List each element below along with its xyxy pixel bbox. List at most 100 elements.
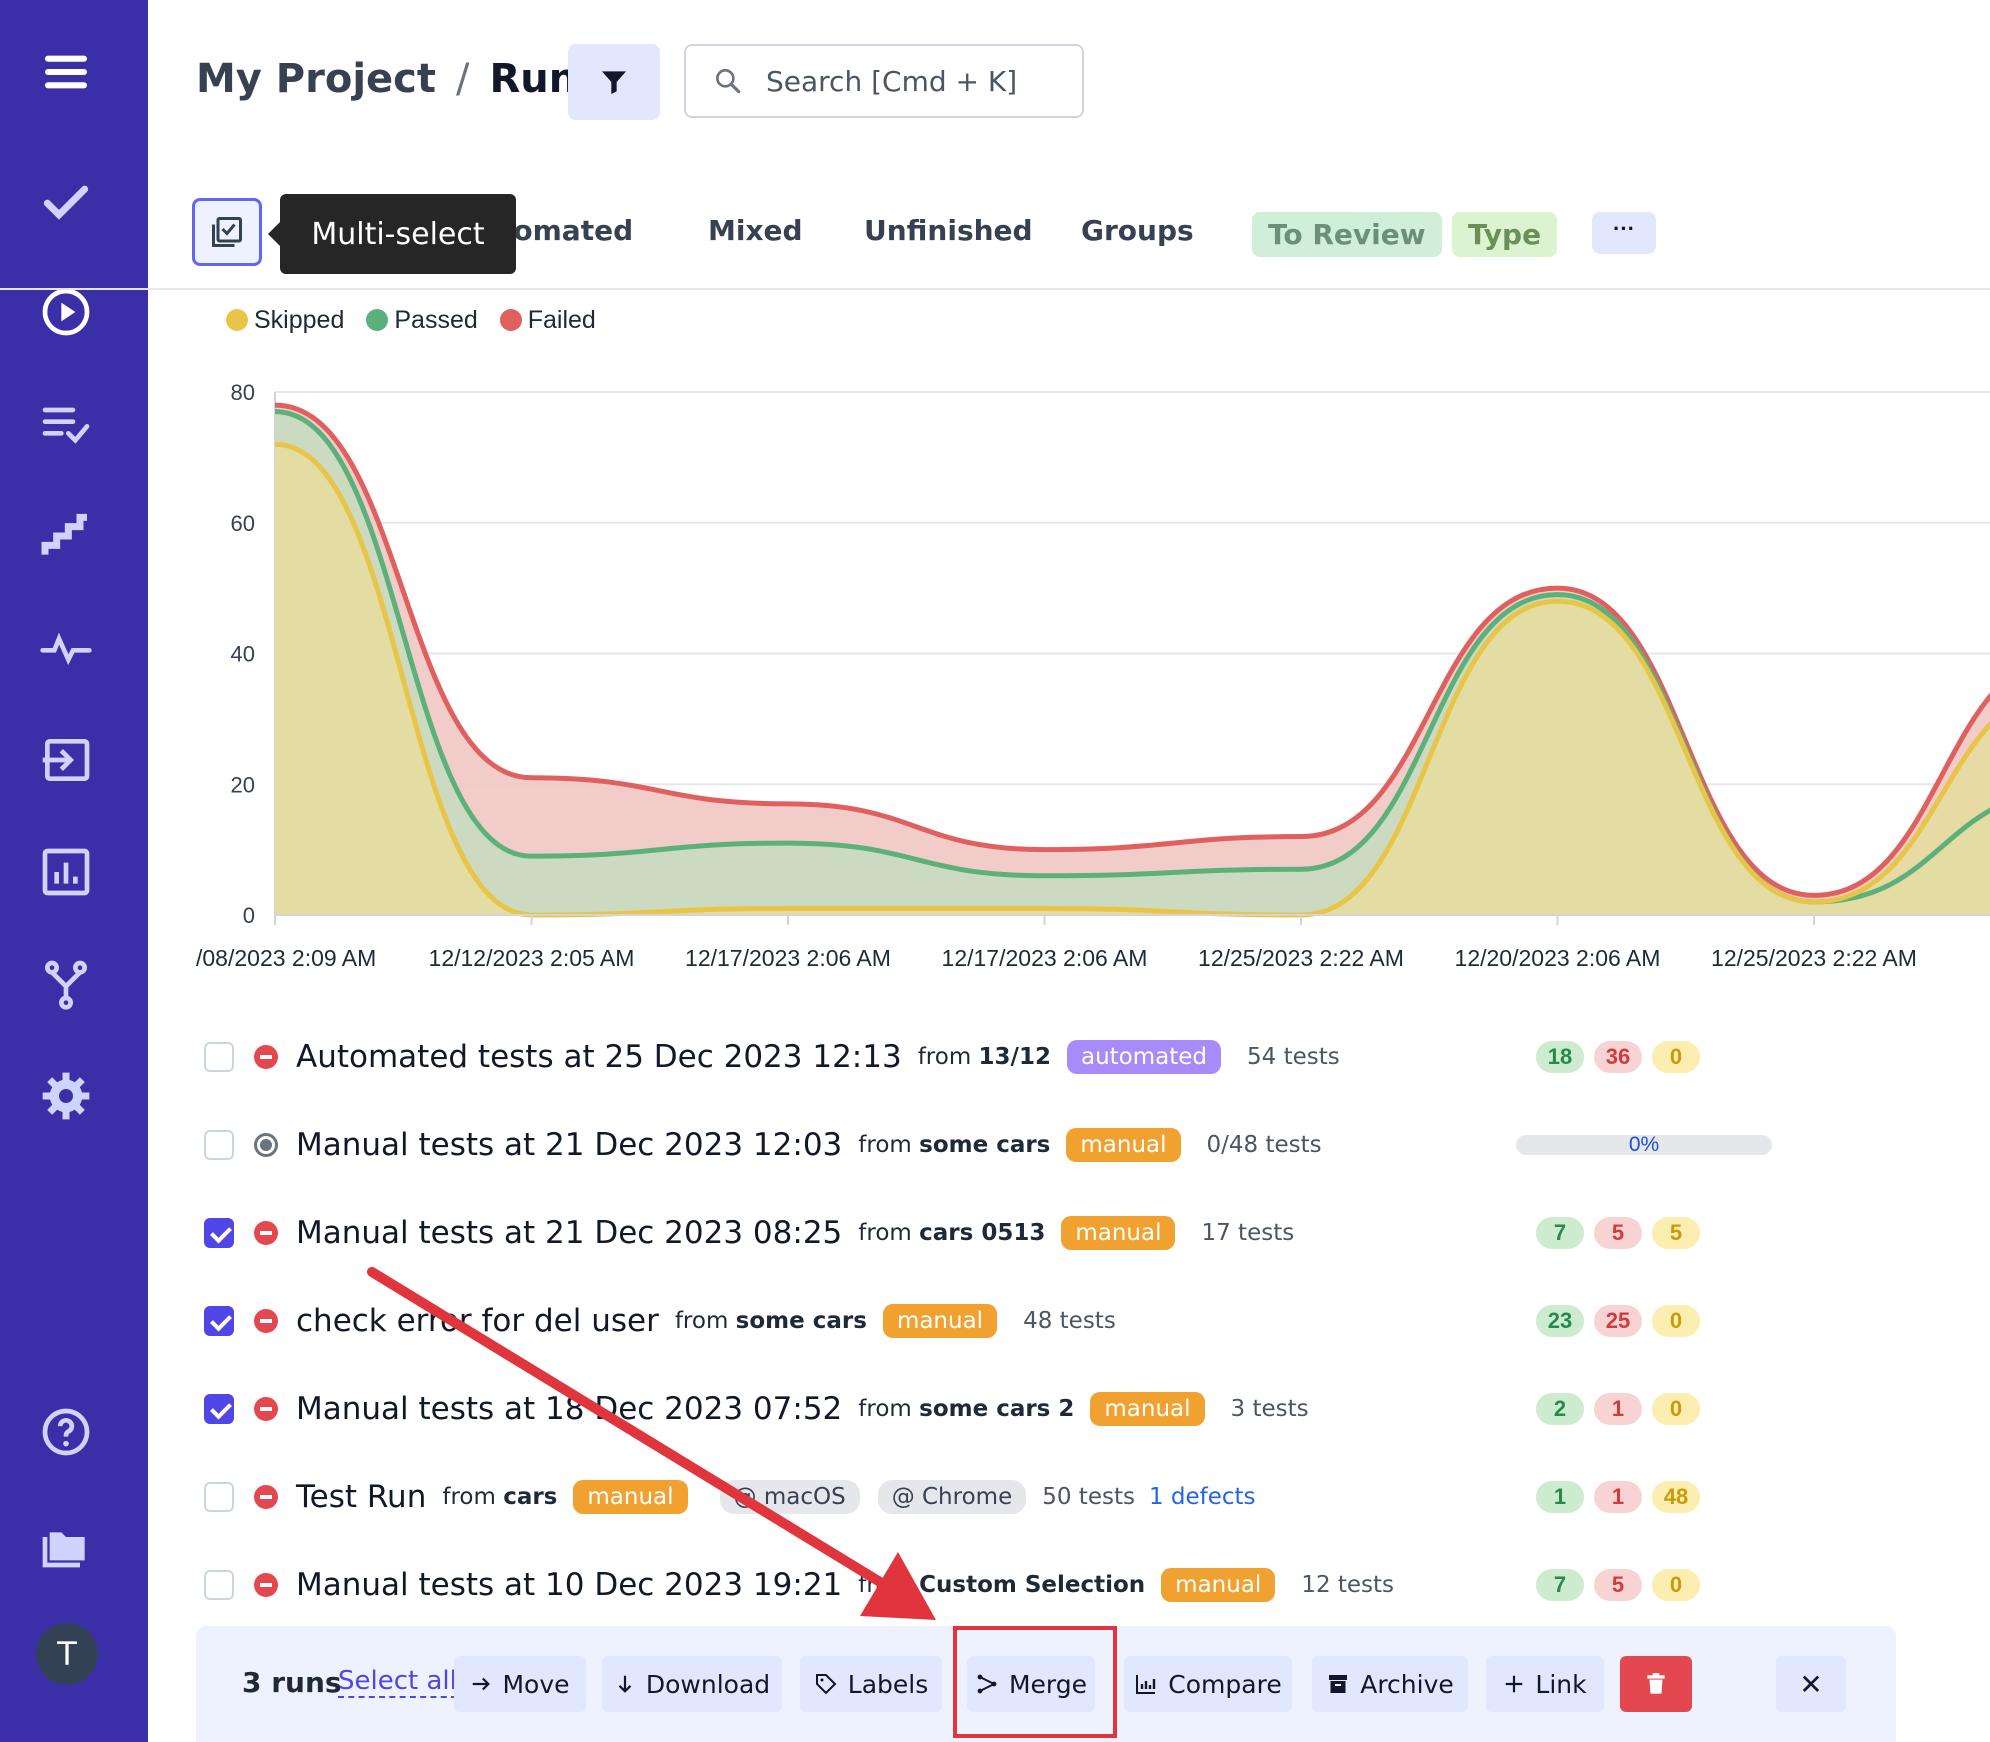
x-tick-label: 12/12/2023 2:05 AM bbox=[429, 945, 635, 971]
avatar[interactable]: T bbox=[36, 1623, 98, 1685]
run-title[interactable]: Manual tests at 18 Dec 2023 07:52 bbox=[296, 1391, 842, 1427]
move-button[interactable]: Move bbox=[454, 1656, 586, 1712]
passed-count: 18 bbox=[1536, 1041, 1584, 1073]
run-tag: manual bbox=[573, 1480, 688, 1514]
help-icon[interactable] bbox=[34, 1400, 98, 1464]
status-failed-icon bbox=[254, 1309, 278, 1333]
defects-link[interactable]: 1 defects bbox=[1149, 1484, 1256, 1510]
row-checkbox[interactable] bbox=[204, 1570, 234, 1600]
status-failed-icon bbox=[254, 1573, 278, 1597]
chart-legend: Skipped Passed Failed bbox=[226, 306, 596, 335]
merge-button[interactable]: Merge bbox=[967, 1656, 1095, 1712]
run-source: from some cars bbox=[858, 1132, 1050, 1158]
more-tabs-button[interactable]: ··· bbox=[1592, 212, 1656, 254]
y-tick-label: 80 bbox=[231, 380, 255, 405]
run-row[interactable]: Manual tests at 21 Dec 2023 08:25 from c… bbox=[196, 1198, 1990, 1268]
run-tag: manual bbox=[882, 1304, 998, 1338]
run-title[interactable]: Manual tests at 21 Dec 2023 08:25 bbox=[296, 1215, 842, 1251]
filter-button[interactable] bbox=[568, 44, 660, 120]
result-counts: 7 5 5 bbox=[1536, 1217, 1700, 1249]
tab-bar: Multi-select tomated Mixed Unfinished Gr… bbox=[0, 194, 1990, 290]
delete-button[interactable] bbox=[1620, 1656, 1692, 1712]
legend-failed[interactable]: Failed bbox=[499, 306, 596, 335]
archive-icon bbox=[1329, 1675, 1348, 1693]
x-tick-label: 12/17/2023 2:06 AM bbox=[685, 945, 891, 971]
run-row[interactable]: Test Run from cars manual @ macOS @ Chro… bbox=[196, 1462, 1990, 1532]
archive-label: Archive bbox=[1360, 1669, 1454, 1699]
skipped-count: 5 bbox=[1652, 1217, 1700, 1249]
run-row[interactable]: Manual tests at 18 Dec 2023 07:52 from s… bbox=[196, 1374, 1990, 1444]
y-tick-label: 40 bbox=[231, 642, 255, 667]
run-title[interactable]: Manual tests at 21 Dec 2023 12:03 bbox=[296, 1127, 842, 1163]
multi-select-icon bbox=[212, 217, 242, 247]
run-source: from cars 0513 bbox=[858, 1220, 1045, 1246]
row-checkbox[interactable] bbox=[204, 1482, 234, 1512]
search-icon bbox=[716, 69, 741, 94]
legend-failed-label: Failed bbox=[527, 306, 596, 334]
select-all-link[interactable]: Select all bbox=[338, 1666, 457, 1698]
skipped-count: 0 bbox=[1652, 1041, 1700, 1073]
trash-icon bbox=[1647, 1673, 1665, 1694]
run-row[interactable]: check error for del user from some cars … bbox=[196, 1286, 1990, 1356]
tab-type[interactable]: Type bbox=[1452, 212, 1558, 257]
project-link[interactable]: My Project bbox=[196, 56, 436, 102]
row-checkbox[interactable] bbox=[204, 1130, 234, 1160]
run-tag: manual bbox=[1066, 1128, 1181, 1162]
status-failed-icon bbox=[254, 1221, 278, 1245]
gear-icon[interactable] bbox=[34, 1064, 98, 1128]
compare-button[interactable]: Compare bbox=[1124, 1656, 1292, 1712]
row-checkbox[interactable] bbox=[204, 1306, 234, 1336]
tab-unfinished[interactable]: Unfinished bbox=[864, 214, 1033, 247]
labels-button[interactable]: Labels bbox=[800, 1656, 942, 1712]
status-failed-icon bbox=[254, 1045, 278, 1069]
from-label: from bbox=[858, 1396, 912, 1422]
test-count: 0/48 tests bbox=[1206, 1132, 1322, 1158]
multi-select-button[interactable] bbox=[192, 198, 262, 266]
tab-to-review[interactable]: To Review bbox=[1252, 212, 1442, 257]
link-button[interactable]: Link bbox=[1486, 1656, 1604, 1712]
test-count: 17 tests bbox=[1201, 1220, 1295, 1246]
row-checkbox[interactable] bbox=[204, 1042, 234, 1072]
failed-count: 1 bbox=[1594, 1481, 1642, 1513]
x-tick-label: 12/20/2023 2:06 AM bbox=[1455, 945, 1661, 971]
close-button[interactable]: ✕ bbox=[1776, 1656, 1846, 1712]
search-input[interactable] bbox=[764, 63, 1068, 99]
skipped-count: 0 bbox=[1652, 1569, 1700, 1601]
legend-skipped[interactable]: Skipped bbox=[226, 306, 344, 335]
search-box[interactable] bbox=[684, 44, 1084, 118]
passed-count: 7 bbox=[1536, 1217, 1584, 1249]
tab-groups[interactable]: Groups bbox=[1081, 214, 1194, 247]
x-tick-label: 12/17/2023 2:06 AM bbox=[942, 945, 1148, 971]
legend-passed[interactable]: Passed bbox=[366, 306, 478, 335]
failed-count: 1 bbox=[1594, 1393, 1642, 1425]
test-count: 3 tests bbox=[1230, 1396, 1309, 1422]
menu-icon[interactable] bbox=[34, 40, 98, 104]
status-failed-icon bbox=[254, 1485, 278, 1509]
row-checkbox[interactable] bbox=[204, 1218, 234, 1248]
result-counts: 23 25 0 bbox=[1536, 1305, 1700, 1337]
run-row[interactable]: Manual tests at 21 Dec 2023 12:03 from s… bbox=[196, 1110, 1990, 1180]
download-label: Download bbox=[645, 1669, 771, 1699]
y-tick-label: 20 bbox=[231, 772, 255, 797]
tab-automated[interactable]: tomated bbox=[500, 214, 633, 247]
compare-label: Compare bbox=[1168, 1669, 1282, 1699]
from-label: from bbox=[917, 1044, 972, 1070]
run-title[interactable]: check error for del user bbox=[296, 1303, 659, 1339]
download-button[interactable]: Download bbox=[602, 1656, 782, 1712]
multi-select-tooltip: Multi-select bbox=[268, 194, 516, 274]
folders-icon[interactable] bbox=[34, 1512, 98, 1576]
run-title[interactable]: Automated tests at 25 Dec 2023 12:13 bbox=[296, 1039, 902, 1075]
run-progress-bar: 0% bbox=[1516, 1134, 1772, 1155]
run-title[interactable]: Test Run bbox=[296, 1479, 426, 1515]
archive-button[interactable]: Archive bbox=[1312, 1656, 1468, 1712]
run-title[interactable]: Manual tests at 10 Dec 2023 19:21 bbox=[296, 1567, 842, 1603]
tab-mixed[interactable]: Mixed bbox=[708, 214, 803, 247]
from-label: from bbox=[858, 1132, 912, 1158]
row-checkbox[interactable] bbox=[204, 1394, 234, 1424]
run-source: from 13/12 bbox=[918, 1044, 1051, 1070]
run-row[interactable]: Automated tests at 25 Dec 2023 12:13 fro… bbox=[196, 1022, 1990, 1092]
run-source: from some cars bbox=[675, 1308, 867, 1334]
run-row[interactable]: Manual tests at 10 Dec 2023 19:21 from C… bbox=[196, 1550, 1990, 1620]
tag-icon bbox=[815, 1674, 837, 1695]
x-tick-label: /08/2023 2:09 AM bbox=[196, 945, 376, 971]
